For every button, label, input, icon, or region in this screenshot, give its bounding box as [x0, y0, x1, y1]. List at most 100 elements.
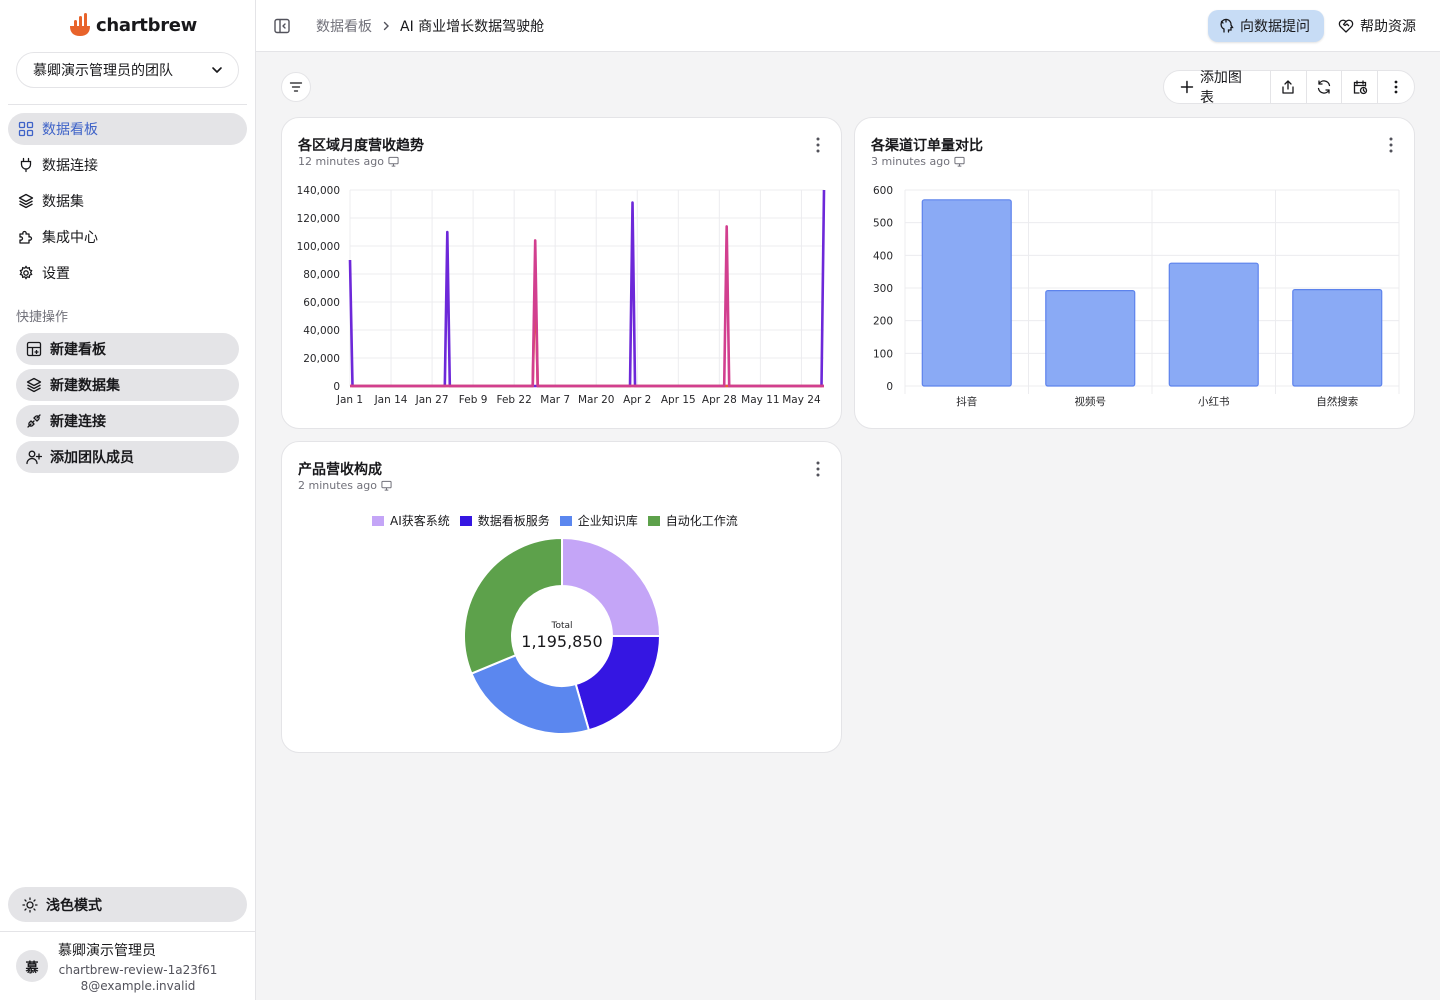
- layers-plus-icon: [26, 377, 42, 393]
- plug-plus-icon: [27, 414, 41, 428]
- more-options-button[interactable]: [1378, 71, 1414, 103]
- y-tick-label: 40,000: [303, 325, 340, 337]
- x-tick-label: 小红书: [1198, 395, 1230, 408]
- theme-label: 浅色模式: [46, 897, 102, 914]
- add-chart-label: 添加图表: [1199, 70, 1242, 106]
- help-resources-button[interactable]: 帮助资源: [1338, 10, 1416, 42]
- refresh-button[interactable]: [1307, 71, 1343, 103]
- bar: [1045, 290, 1136, 387]
- x-tick-label: Jan 1: [336, 394, 363, 406]
- schedule-button[interactable]: [1342, 71, 1379, 103]
- line-series: [348, 189, 826, 388]
- sidebar-item-label: 数据看板: [42, 122, 98, 138]
- y-tick-label: 80,000: [303, 269, 340, 281]
- layers-icon: [18, 193, 34, 209]
- sidebar-item-dashboards[interactable]: 数据看板: [8, 113, 247, 145]
- bar: [1168, 262, 1259, 387]
- sidebar-item-label: 集成中心: [42, 230, 98, 246]
- sidebar: chartbrew 慕卿演示管理员的团队 数据看板 数据连接 数据集 集成中心 …: [0, 0, 256, 1000]
- x-tick-label: Jan 14: [374, 394, 408, 406]
- bar-chart-card: 各渠道订单量对比 3 minutes ago 0 100 200 300 400 500 6…: [854, 117, 1415, 429]
- user-divider: [0, 931, 255, 932]
- top-header: 数据看板 AI 商业增长数据驾驶舱 向数据提问 帮助资源: [256, 0, 1440, 52]
- y-tick-label: 100: [873, 348, 893, 360]
- line-chart-card: 各区域月度营收趋势 12 minutes ago 0 20,000 40,000 60…: [281, 117, 842, 429]
- donut-total-value: 1,195,850: [521, 632, 602, 651]
- x-tick-label: Feb 22: [497, 394, 532, 406]
- y-tick-label: 100,000: [297, 241, 340, 253]
- sun-icon: [22, 896, 38, 913]
- quick-item-label: 新建数据集: [50, 378, 120, 394]
- grid-plus-icon: [26, 341, 42, 357]
- breadcrumb-current: AI 商业增长数据驾驶舱: [400, 19, 545, 35]
- y-tick-label: 400: [873, 250, 893, 262]
- quick-actions: 新建看板 新建数据集 新建连接 添加团队成员: [16, 333, 239, 477]
- x-tick-label: 自然搜索: [1316, 395, 1358, 408]
- new-connection-button[interactable]: 新建连接: [16, 405, 239, 437]
- x-tick-label: Apr 15: [661, 394, 696, 406]
- heart-handshake-icon: [1338, 19, 1354, 33]
- dashboard-toolbar: 添加图表: [1163, 70, 1415, 106]
- sidebar-divider: [8, 104, 247, 105]
- sidebar-item-label: 数据集: [42, 194, 84, 210]
- chevron-down-icon: [212, 67, 222, 73]
- bar-chart: 0 100 200 300 400 500 600 抖音 视频号 小红书 自然搜索: [873, 185, 1400, 408]
- donut-chart: Total1,195,850: [463, 536, 662, 735]
- x-tick-label: Mar 20: [578, 394, 615, 406]
- team-selector[interactable]: 慕卿演示管理员的团队: [16, 52, 239, 88]
- sidebar-item-integrations[interactable]: 集成中心: [8, 221, 247, 253]
- y-tick-label: 0: [333, 381, 340, 393]
- user-plus-icon: [26, 450, 42, 465]
- help-resources-label: 帮助资源: [1360, 19, 1416, 35]
- refresh-icon: [1317, 80, 1331, 94]
- x-tick-label: 视频号: [1075, 395, 1107, 408]
- filter-icon: [289, 82, 303, 92]
- sidebar-nav: 数据看板 数据连接 数据集 集成中心 设置: [8, 113, 247, 293]
- plug-icon: [20, 157, 32, 173]
- x-tick-label: 抖音: [956, 395, 977, 408]
- user-profile[interactable]: 慕 慕卿演示管理员 chartbrew-review-1a23f618@exam…: [16, 940, 246, 994]
- line-series: [350, 225, 824, 388]
- more-vertical-icon: [1394, 80, 1398, 94]
- sidebar-collapse-icon[interactable]: [272, 16, 292, 36]
- donut-total-label: Total: [550, 621, 572, 631]
- quick-item-label: 新建看板: [50, 342, 106, 358]
- sidebar-item-settings[interactable]: 设置: [8, 257, 247, 289]
- quick-item-label: 添加团队成员: [50, 450, 134, 466]
- theme-toggle[interactable]: 浅色模式: [8, 887, 247, 922]
- avatar: 慕: [16, 950, 48, 982]
- y-tick-label: 20,000: [303, 353, 340, 365]
- user-email: chartbrew-review-1a23f618@example.invali…: [58, 963, 218, 993]
- breadcrumb-dashboards-link[interactable]: 数据看板: [316, 16, 372, 36]
- chartbrew-logo-icon: [70, 13, 90, 36]
- share-icon: [1282, 80, 1294, 94]
- ask-data-button[interactable]: 向数据提问: [1208, 10, 1324, 42]
- sidebar-item-connections[interactable]: 数据连接: [8, 149, 247, 181]
- filter-button[interactable]: [281, 72, 311, 102]
- y-tick-label: 600: [873, 185, 893, 197]
- sidebar-item-datasets[interactable]: 数据集: [8, 185, 247, 217]
- y-tick-label: 300: [873, 283, 893, 295]
- y-tick-label: 200: [873, 316, 893, 328]
- brand-name: chartbrew: [96, 14, 198, 36]
- y-tick-label: 0: [886, 381, 893, 393]
- chevron-right-icon: [383, 21, 389, 31]
- gear-icon: [19, 265, 33, 280]
- add-chart-button[interactable]: 添加图表: [1164, 70, 1271, 106]
- plus-icon: [1180, 80, 1194, 94]
- share-button[interactable]: [1271, 71, 1307, 103]
- new-dashboard-button[interactable]: 新建看板: [16, 333, 239, 365]
- app-logo[interactable]: chartbrew: [68, 12, 197, 38]
- x-tick-label: May 11: [741, 394, 779, 406]
- bar: [1292, 289, 1383, 387]
- calendar-clock-icon: [1353, 80, 1367, 95]
- x-tick-label: Mar 7: [540, 394, 570, 406]
- add-team-member-button[interactable]: 添加团队成员: [16, 441, 239, 473]
- new-dataset-button[interactable]: 新建数据集: [16, 369, 239, 401]
- x-tick-label: Apr 28: [702, 394, 737, 406]
- breadcrumb: 数据看板 AI 商业增长数据驾驶舱: [316, 16, 544, 36]
- donut-slice: [561, 536, 662, 638]
- bar: [921, 199, 1012, 387]
- y-tick-label: 60,000: [303, 297, 340, 309]
- ask-data-label: 向数据提问: [1240, 19, 1310, 35]
